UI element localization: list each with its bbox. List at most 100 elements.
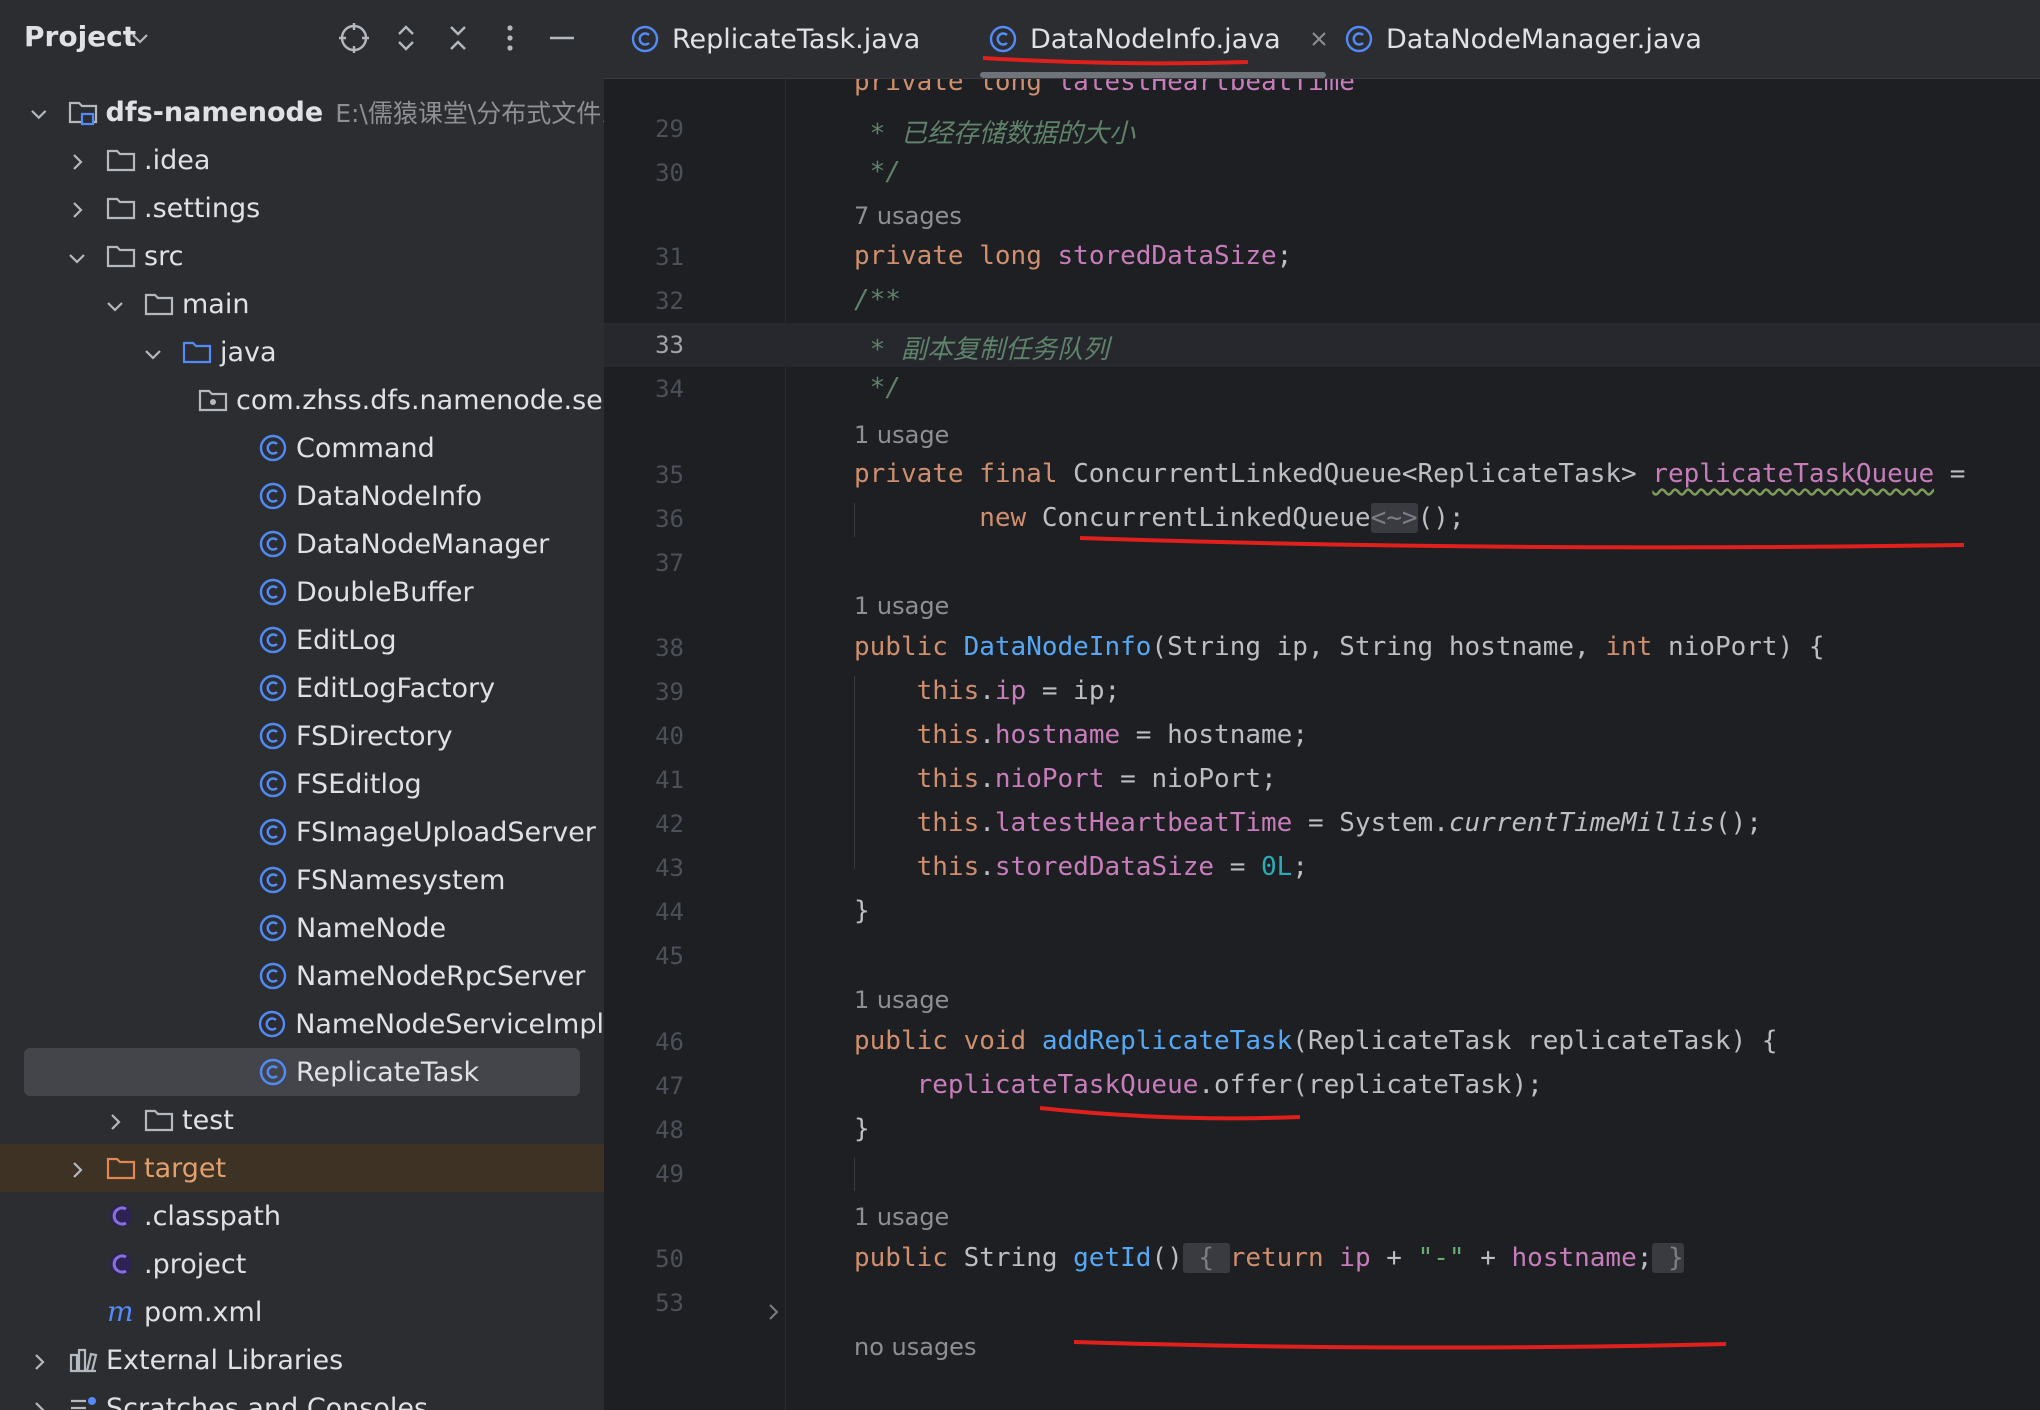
expand-all-icon[interactable] <box>388 20 424 56</box>
tab-datanodemanager[interactable]: DataNodeManager.java <box>1344 0 1702 78</box>
collapse-all-icon[interactable] <box>440 20 476 56</box>
tree-item[interactable]: .settings <box>0 184 604 232</box>
tab-replicatetask[interactable]: ReplicateTask.java <box>630 0 920 78</box>
code-line[interactable]: this.hostname = hostname; <box>854 720 1308 750</box>
line-number[interactable]: 41 <box>604 766 684 794</box>
code-line[interactable]: private long latestHeartbeatTime <box>854 79 1355 97</box>
line-number[interactable]: 30 <box>604 159 684 187</box>
chevron-right-icon[interactable] <box>28 1349 50 1371</box>
code-line[interactable]: } <box>854 1114 870 1144</box>
tree-item[interactable]: m pom.xml <box>0 1288 604 1336</box>
tree-item[interactable]: EditLogFactory <box>0 664 604 712</box>
usages-inlay-hint[interactable]: 1 usage <box>854 1203 949 1231</box>
chevron-down-icon[interactable] <box>142 341 164 363</box>
hide-panel-icon[interactable] <box>544 20 580 56</box>
line-number[interactable]: 33 <box>604 331 684 359</box>
tree-item[interactable]: FSDirectory <box>0 712 604 760</box>
line-number[interactable]: 49 <box>604 1160 684 1188</box>
line-number[interactable]: 48 <box>604 1116 684 1144</box>
line-number[interactable]: 40 <box>604 722 684 750</box>
code-line[interactable]: private long storedDataSize; <box>854 241 1292 271</box>
tree-item[interactable]: External Libraries <box>0 1336 604 1384</box>
chevron-right-icon[interactable] <box>66 197 88 219</box>
tree-item[interactable]: NameNodeRpcServer <box>0 952 604 1000</box>
tree-item[interactable]: target <box>0 1144 604 1192</box>
locate-icon[interactable] <box>336 20 372 56</box>
tree-item[interactable]: NameNode <box>0 904 604 952</box>
code-line[interactable]: */ <box>854 373 901 403</box>
code-line[interactable]: replicateTaskQueue.offer(replicateTask); <box>854 1070 1543 1100</box>
code-line[interactable]: /** <box>854 285 901 315</box>
line-number[interactable]: 50 <box>604 1245 684 1273</box>
line-number[interactable]: 38 <box>604 634 684 662</box>
line-number[interactable]: 37 <box>604 549 684 577</box>
tree-item[interactable]: test <box>0 1096 604 1144</box>
options-menu-icon[interactable] <box>492 20 528 56</box>
tree-item[interactable]: FSEditlog <box>0 760 604 808</box>
tree-item[interactable]: com.zhss.dfs.namenode.ser <box>0 376 604 430</box>
line-number[interactable]: 31 <box>604 243 684 271</box>
line-number[interactable]: 43 <box>604 854 684 882</box>
line-number[interactable]: 53 <box>604 1289 684 1317</box>
code-editor[interactable]: private long latestHeartbeatTime 29 * 已经存… <box>604 79 2040 1410</box>
code-line[interactable]: * 副本复制任务队列 <box>854 329 1109 366</box>
code-line[interactable]: this.ip = ip; <box>854 676 1121 706</box>
usages-inlay-hint[interactable]: 7 usages <box>854 202 962 230</box>
code-line[interactable]: */ <box>854 157 901 187</box>
line-number[interactable]: 34 <box>604 375 684 403</box>
tree-item[interactable]: dfs-namenode E:\儒猿课堂\分布式文件系统\资料\161~181资料… <box>0 88 604 136</box>
line-number[interactable]: 36 <box>604 505 684 533</box>
line-number[interactable]: 29 <box>604 115 684 143</box>
tree-item[interactable]: .idea <box>0 136 604 184</box>
line-number[interactable]: 35 <box>604 461 684 489</box>
tree-item[interactable]: DataNodeManager <box>0 520 604 568</box>
tree-item[interactable]: .project <box>0 1240 604 1288</box>
tree-item[interactable]: DataNodeInfo <box>0 472 604 520</box>
close-icon[interactable] <box>1309 29 1329 49</box>
tree-item[interactable]: EditLog <box>0 616 604 664</box>
tree-item[interactable]: FSNamesystem <box>0 856 604 904</box>
tree-item[interactable]: Scratches and Consoles <box>0 1384 604 1410</box>
tree-item[interactable]: Command <box>0 424 604 472</box>
line-number[interactable]: 42 <box>604 810 684 838</box>
chevron-right-icon[interactable] <box>66 149 88 171</box>
chevron-right-icon[interactable] <box>28 1397 50 1410</box>
chevron-right-icon[interactable] <box>66 1157 88 1179</box>
usages-inlay-hint[interactable]: 1 usage <box>854 986 949 1014</box>
line-number[interactable]: 39 <box>604 678 684 706</box>
line-number[interactable]: 44 <box>604 898 684 926</box>
usages-inlay-hint[interactable]: 1 usage <box>854 421 949 449</box>
code-line[interactable]: } <box>854 896 870 926</box>
tree-item[interactable]: DoubleBuffer <box>0 568 604 616</box>
usages-inlay-hint[interactable]: no usages <box>854 1333 976 1361</box>
tree-item[interactable]: ReplicateTask <box>0 1048 604 1096</box>
tree-item[interactable]: src <box>0 232 604 280</box>
code-line[interactable]: this.nioPort = nioPort; <box>854 764 1277 794</box>
chevron-down-icon[interactable] <box>104 293 126 315</box>
line-number[interactable]: 45 <box>604 942 684 970</box>
line-number[interactable]: 47 <box>604 1072 684 1100</box>
usages-inlay-hint[interactable]: 1 usage <box>854 592 949 620</box>
tree-item[interactable]: java <box>0 328 604 376</box>
code-line[interactable]: public String getId() { return ip + "-" … <box>854 1243 1684 1273</box>
chevron-down-icon[interactable] <box>130 28 150 48</box>
code-line[interactable]: public void addReplicateTask(ReplicateTa… <box>854 1026 1778 1056</box>
tree-item[interactable]: main <box>0 280 604 328</box>
tree-item[interactable]: .classpath <box>0 1192 604 1240</box>
project-view-selector[interactable]: Project <box>24 20 136 53</box>
tree-item[interactable]: FSImageUploadServer <box>0 808 604 856</box>
tab-scrollbar[interactable] <box>980 72 1326 78</box>
code-line[interactable]: this.storedDataSize = 0L; <box>854 852 1308 882</box>
chevron-down-icon[interactable] <box>28 101 50 123</box>
line-number[interactable]: 46 <box>604 1028 684 1056</box>
code-line[interactable]: * 已经存储数据的大小 <box>854 113 1135 150</box>
code-line[interactable]: private final ConcurrentLinkedQueue<Repl… <box>854 459 1965 489</box>
code-line[interactable]: this.latestHeartbeatTime = System.curren… <box>854 808 1762 838</box>
tree-item[interactable]: NameNodeServiceImpl <box>0 1000 604 1048</box>
code-line[interactable]: new ConcurrentLinkedQueue<~>(); <box>854 503 1465 533</box>
line-number[interactable]: 32 <box>604 287 684 315</box>
chevron-right-icon[interactable] <box>104 1109 126 1131</box>
tab-datanodeinfo[interactable]: DataNodeInfo.java <box>988 0 1329 78</box>
code-line[interactable]: public DataNodeInfo(String ip, String ho… <box>854 632 1825 662</box>
fold-expand-icon[interactable] <box>762 1301 784 1323</box>
